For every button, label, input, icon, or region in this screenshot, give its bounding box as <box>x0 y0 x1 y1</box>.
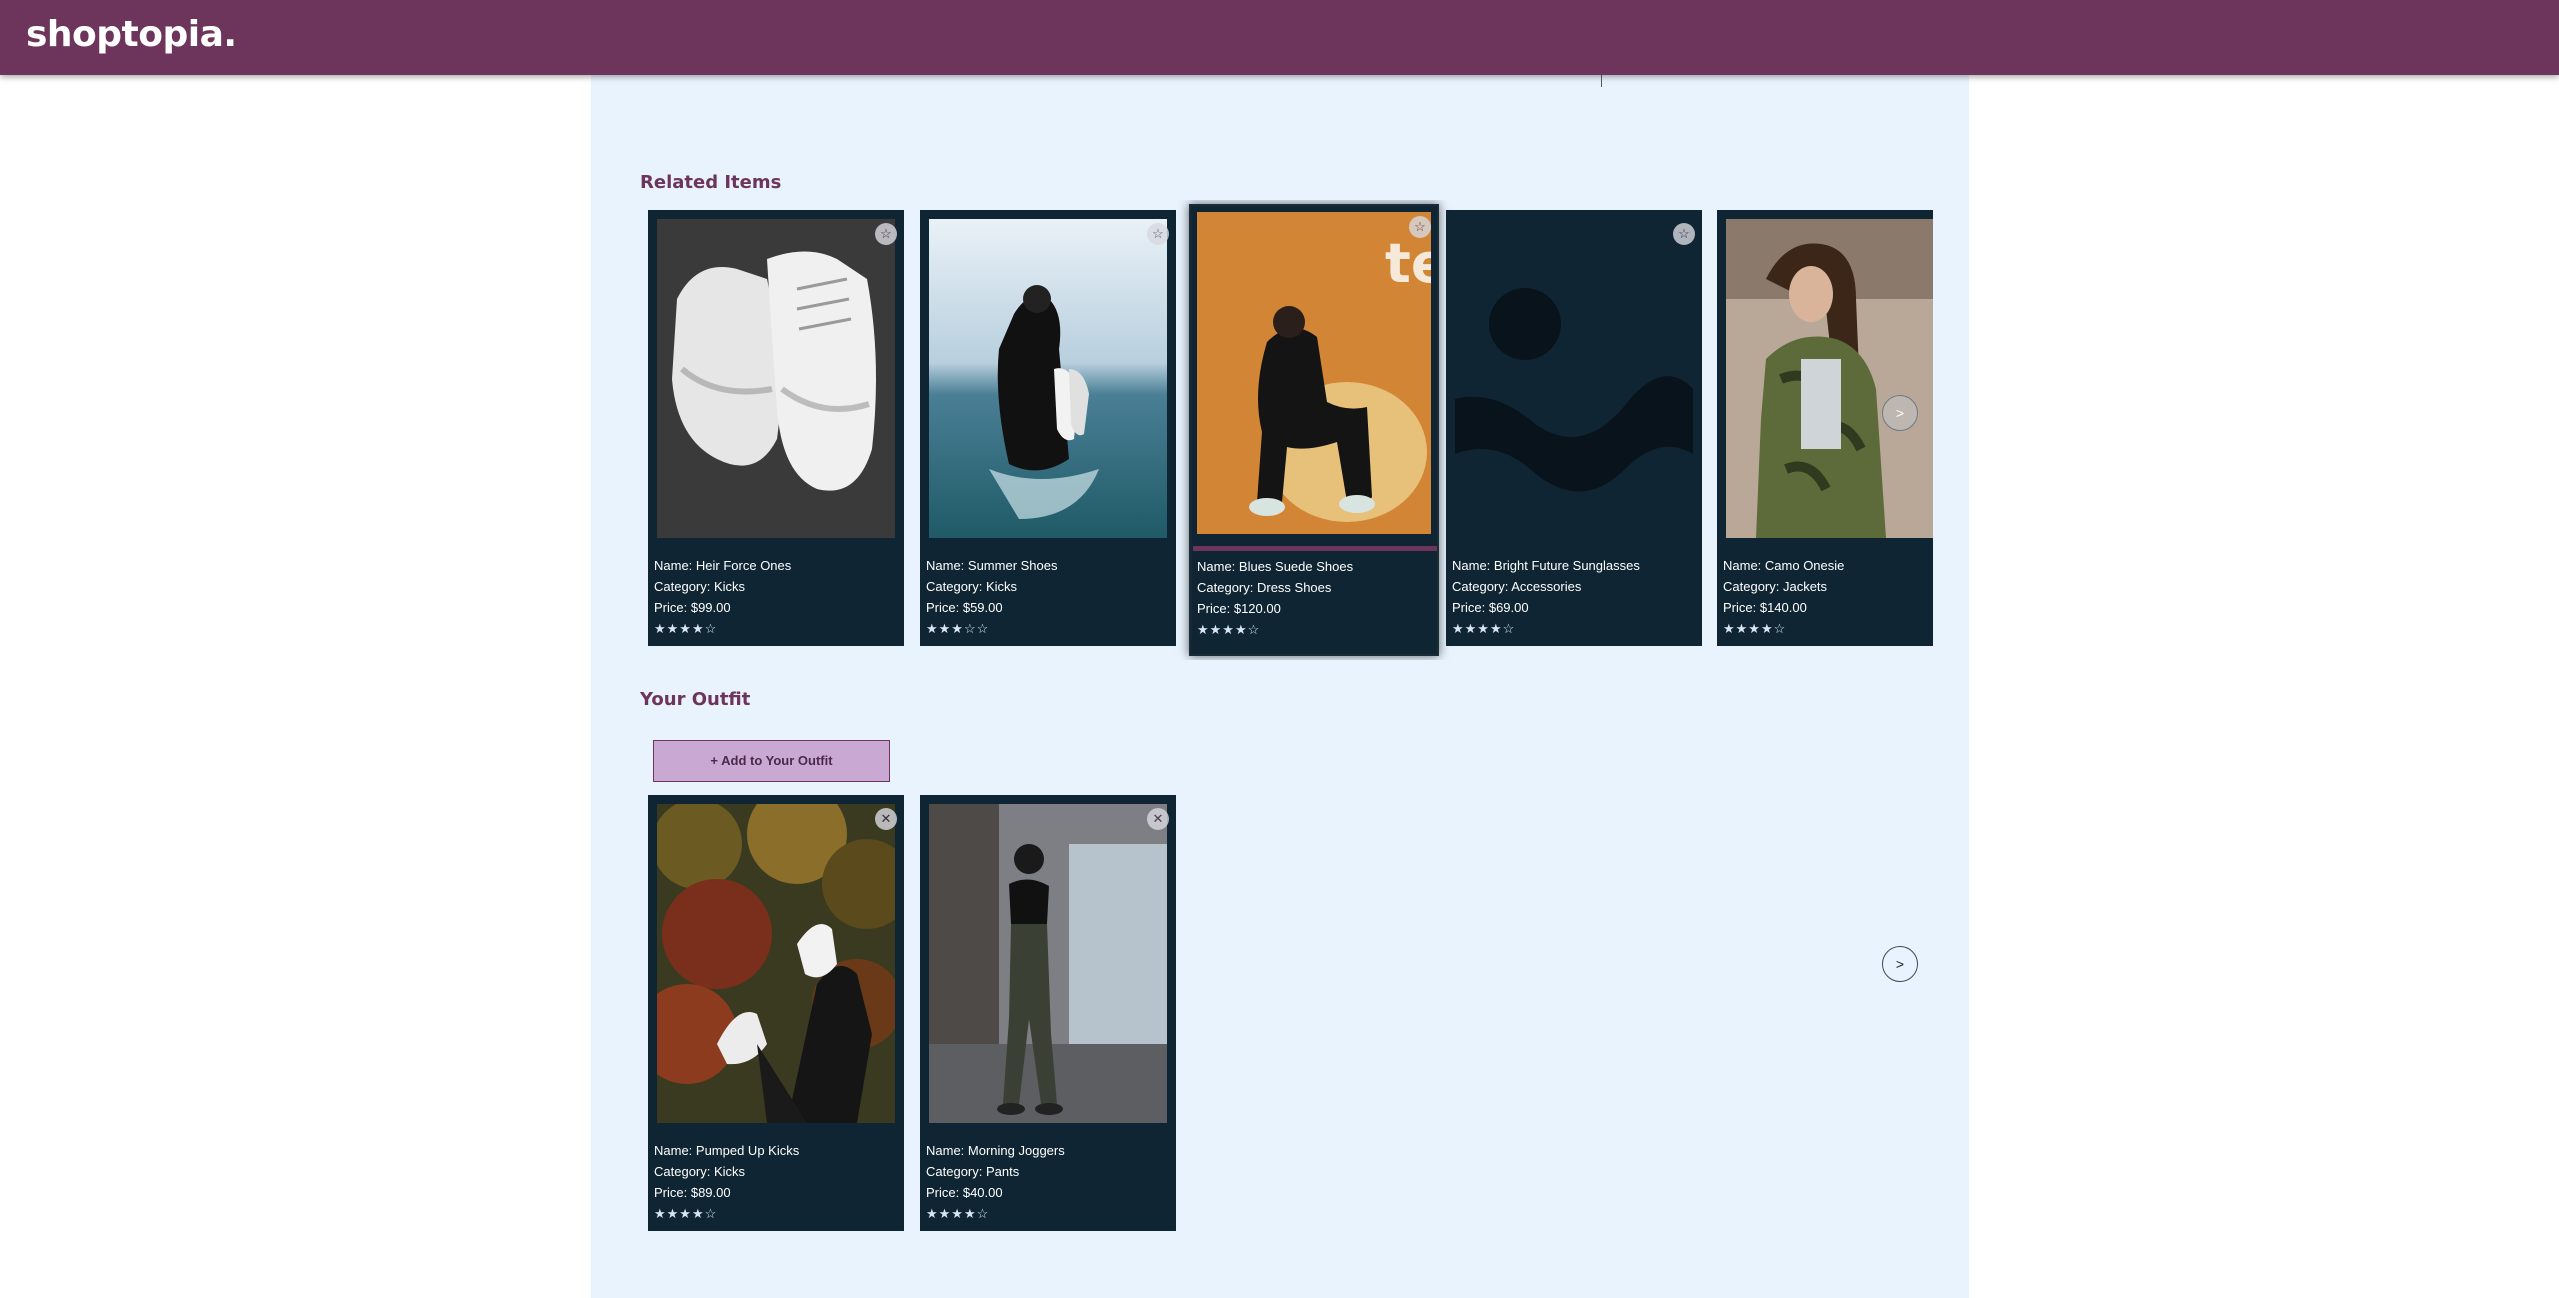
svg-text:te: te <box>1385 232 1431 295</box>
star-rating: ★★★★☆ <box>654 1206 718 1221</box>
product-image <box>657 219 895 538</box>
related-card-focused[interactable]: te ☆ Name: Blues Suede Shoes Category: D… <box>1189 204 1439 656</box>
star-rating: ★★★★☆ <box>1197 622 1261 637</box>
related-items-title: Related Items <box>640 172 782 193</box>
product-price: Price: $89.00 <box>654 1185 731 1200</box>
product-name: Name: Blues Suede Shoes <box>1197 559 1354 574</box>
related-next-button[interactable]: > <box>1882 395 1918 431</box>
focus-indicator <box>1193 546 1437 551</box>
logo[interactable]: shoptopia. <box>26 14 237 55</box>
product-price: Price: $140.00 <box>1723 600 1807 615</box>
card-info: Name: Bright Future Sunglasses Category:… <box>1452 555 1640 639</box>
star-rating: ★★★★☆ <box>926 1206 990 1221</box>
product-name: Name: Bright Future Sunglasses <box>1452 558 1640 573</box>
card-info: Name: Camo Onesie Category: Jackets Pric… <box>1723 555 1844 639</box>
related-items-carousel: ☆ Name: Heir Force Ones Category: Kicks … <box>640 200 1933 660</box>
close-icon[interactable]: ✕ <box>875 808 897 830</box>
star-icon[interactable]: ☆ <box>1673 223 1695 245</box>
star-rating: ★★★★☆ <box>1723 621 1787 636</box>
close-icon[interactable]: ✕ <box>1147 808 1169 830</box>
product-category: Category: Pants <box>926 1164 1020 1179</box>
product-category: Category: Kicks <box>926 579 1018 594</box>
star-rating: ★★★☆☆ <box>926 621 990 636</box>
related-card[interactable]: ☆ Name: Summer Shoes Category: Kicks Pri… <box>920 210 1176 646</box>
star-icon[interactable]: ☆ <box>1147 223 1169 245</box>
product-category: Category: Jackets <box>1723 579 1828 594</box>
text-cursor <box>1601 75 1602 87</box>
top-navbar: shoptopia. <box>0 0 2559 75</box>
your-outfit-title: Your Outfit <box>640 689 751 710</box>
add-to-outfit-button[interactable]: + Add to Your Outfit <box>653 740 890 782</box>
product-price: Price: $69.00 <box>1452 600 1529 615</box>
product-price: Price: $40.00 <box>926 1185 1003 1200</box>
product-name: Name: Camo Onesie <box>1723 558 1845 573</box>
star-icon[interactable]: ☆ <box>875 223 897 245</box>
product-image <box>929 219 1167 538</box>
product-category: Category: Dress Shoes <box>1197 580 1332 595</box>
product-category: Category: Kicks <box>654 1164 746 1179</box>
product-image <box>929 804 1167 1123</box>
star-rating: ★★★★☆ <box>1452 621 1516 636</box>
star-rating: ★★★★☆ <box>654 621 718 636</box>
product-name: Name: Heir Force Ones <box>654 558 792 573</box>
product-price: Price: $120.00 <box>1197 601 1281 616</box>
card-info: Name: Heir Force Ones Category: Kicks Pr… <box>654 555 791 639</box>
outfit-card[interactable]: ✕ Name: Pumped Up Kicks Category: Kicks … <box>648 795 904 1231</box>
star-icon[interactable]: ☆ <box>1409 216 1431 238</box>
product-name: Name: Morning Joggers <box>926 1143 1065 1158</box>
card-info: Name: Blues Suede Shoes Category: Dress … <box>1197 556 1353 640</box>
related-card[interactable]: ☆ Name: Bright Future Sunglasses Categor… <box>1446 210 1702 646</box>
outfit-card[interactable]: ✕ Name: Morning Joggers Category: Pants … <box>920 795 1176 1231</box>
product-price: Price: $99.00 <box>654 600 731 615</box>
card-info: Name: Summer Shoes Category: Kicks Price… <box>926 555 1058 639</box>
card-info: Name: Morning Joggers Category: Pants Pr… <box>926 1140 1065 1224</box>
product-name: Name: Pumped Up Kicks <box>654 1143 800 1158</box>
product-image <box>657 804 895 1123</box>
placeholder-image <box>1455 219 1693 538</box>
outfit-next-button[interactable]: > <box>1882 946 1918 982</box>
related-card[interactable]: ☆ Name: Heir Force Ones Category: Kicks … <box>648 210 904 646</box>
product-category: Category: Kicks <box>654 579 746 594</box>
card-info: Name: Pumped Up Kicks Category: Kicks Pr… <box>654 1140 799 1224</box>
product-category: Category: Accessories <box>1452 579 1582 594</box>
product-name: Name: Summer Shoes <box>926 558 1058 573</box>
product-image <box>1726 219 1933 538</box>
product-price: Price: $59.00 <box>926 600 1003 615</box>
product-image: te <box>1197 212 1431 534</box>
